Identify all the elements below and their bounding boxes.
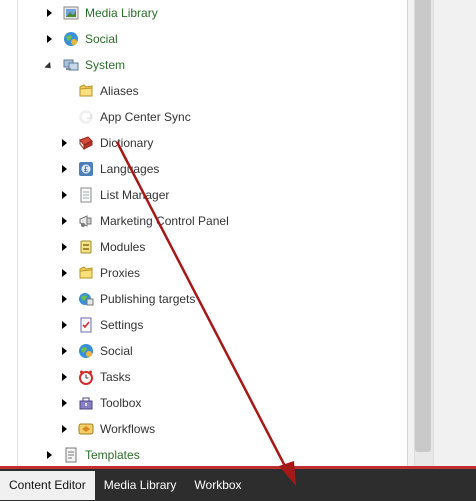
collapse-arrow-icon[interactable] [44,60,54,71]
tree-item-media-library[interactable]: Media Library [44,3,158,23]
scrollbar-thumb[interactable] [415,0,431,452]
expand-arrow-icon[interactable] [44,450,54,460]
tree-item-label: Modules [100,240,146,254]
tab-workbox[interactable]: Workbox [185,471,250,500]
social-globe-icon [78,343,94,359]
tree-item-label: Aliases [100,84,139,98]
tree-item-label: Toolbox [100,396,142,410]
tree-item-label: App Center Sync [100,110,191,124]
expand-arrow-icon[interactable] [59,346,69,356]
expand-arrow-icon[interactable] [59,294,69,304]
expand-arrow-icon[interactable] [59,372,69,382]
tree-item-label: Social [85,32,118,46]
folder-icon [78,265,94,281]
settings-icon [78,317,94,333]
social-globe-icon [63,31,79,47]
content-tree: Media Library Social System Aliases App … [0,0,408,466]
tree-item-label: System [85,58,126,72]
toolbox-icon [78,395,94,411]
tree-item-templates[interactable]: Templates [44,445,140,465]
expand-arrow-icon[interactable] [59,164,69,174]
tree-item-label: Publishing targets [100,292,196,306]
modules-icon [78,239,94,255]
languages-icon: £ [78,161,94,177]
expand-arrow-icon[interactable] [59,242,69,252]
tab-content-editor[interactable]: Content Editor [0,470,95,500]
tree-item-modules[interactable]: Modules [59,237,145,257]
expand-arrow-icon[interactable] [59,190,69,200]
tree-item-social-2[interactable]: Social [59,341,133,361]
tree-item-label: Dictionary [100,136,154,150]
tree-item-app-center-sync[interactable]: App Center Sync [59,107,191,127]
tree-item-proxies[interactable]: Proxies [59,263,140,283]
templates-icon [63,447,79,463]
media-library-icon [63,5,79,21]
publishing-icon [78,291,94,307]
expand-arrow-icon[interactable] [59,216,69,226]
svg-text:£: £ [83,165,88,174]
expand-arrow-icon[interactable] [44,8,54,18]
tree-item-system[interactable]: System [44,55,125,75]
tree-item-label: Workflows [100,422,156,436]
tree-item-social[interactable]: Social [44,29,118,49]
tree-item-dictionary[interactable]: Dictionary [59,133,153,153]
tree-item-workflows[interactable]: Workflows [59,419,155,439]
folder-icon [78,83,94,99]
bottom-tab-bar: Content Editor Media Library Workbox [0,466,476,501]
tree-item-label: Settings [100,318,144,332]
vertical-scrollbar[interactable] [408,0,476,466]
expand-arrow-icon[interactable] [44,34,54,44]
expand-arrow-icon[interactable] [59,320,69,330]
tree-item-label: Social [100,344,133,358]
tree-item-label: Languages [100,162,160,176]
tree-item-list-manager[interactable]: List Manager [59,185,169,205]
tree-item-aliases[interactable]: Aliases [59,81,139,101]
system-icon [63,57,79,73]
tree-item-label: Proxies [100,266,141,280]
expand-arrow-icon[interactable] [59,424,69,434]
workflow-icon [78,421,94,437]
tree-item-label: Tasks [100,370,131,384]
tree-item-label: Marketing Control Panel [100,214,229,228]
list-icon [78,187,94,203]
tree-item-marketing-control-panel[interactable]: Marketing Control Panel [59,211,229,231]
expand-arrow-icon[interactable] [59,398,69,408]
clock-icon [78,369,94,385]
book-icon [78,135,94,151]
tree-item-label: Media Library [85,6,158,20]
tree-item-label: List Manager [100,188,170,202]
tab-media-library[interactable]: Media Library [95,471,186,500]
marketing-icon [78,213,94,229]
tree-item-settings[interactable]: Settings [59,315,143,335]
expand-arrow-icon[interactable] [59,268,69,278]
tree-item-toolbox[interactable]: Toolbox [59,393,141,413]
tree-guide-line [17,0,18,466]
tree-item-label: Templates [85,448,140,462]
tree-item-publishing-targets[interactable]: Publishing targets [59,289,195,309]
sync-icon [78,109,94,125]
tree-item-languages[interactable]: £ Languages [59,159,159,179]
tree-item-tasks[interactable]: Tasks [59,367,131,387]
expand-arrow-icon[interactable] [59,138,69,148]
